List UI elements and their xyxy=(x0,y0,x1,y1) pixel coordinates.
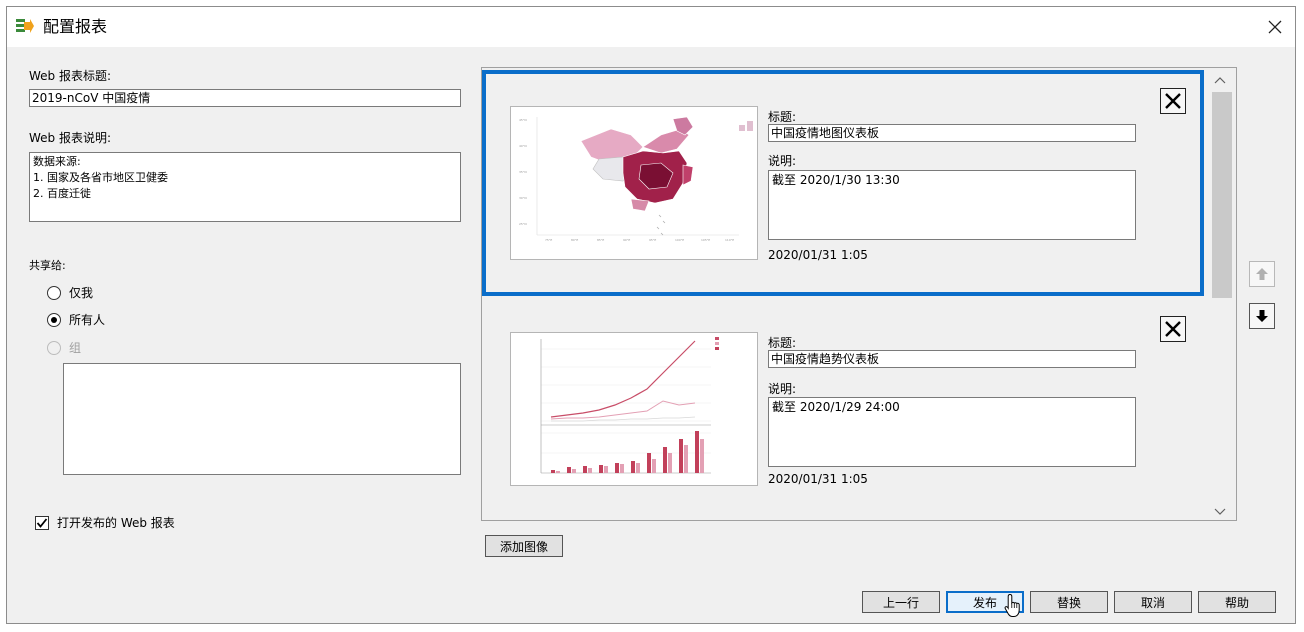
web-desc-textarea[interactable]: 数据来源: 1. 国家及各省市地区卫健委 2. 百度迁徙 xyxy=(29,152,461,222)
move-up-button[interactable] xyxy=(1249,261,1275,287)
move-down-button[interactable] xyxy=(1249,303,1275,329)
scroll-down-arrow-icon[interactable] xyxy=(1214,508,1226,516)
share-option-only-me[interactable]: 仅我 xyxy=(47,284,93,301)
web-title-label: Web 报表标题: xyxy=(29,69,112,83)
open-published-label: 打开发布的 Web 报表 xyxy=(57,516,175,530)
china-map-thumbnail: 45°N 40°N 35°N 30°N 25°N 75°E 80°E 85°E 90°E 95°… xyxy=(519,116,753,242)
open-published-checkbox[interactable] xyxy=(35,515,49,530)
svg-text:85°E: 85°E xyxy=(597,238,604,242)
scroll-thumb[interactable] xyxy=(1212,92,1232,298)
help-button[interactable]: 帮助 xyxy=(1198,591,1276,613)
trend-dashboard-thumbnail xyxy=(510,332,758,486)
svg-text:110°E: 110°E xyxy=(725,238,734,242)
radio-button[interactable] xyxy=(47,312,61,327)
share-option-label: 仅我 xyxy=(69,286,94,300)
item-desc-textarea[interactable]: 截至 2020/1/29 24:00 xyxy=(768,397,1136,467)
close-icon xyxy=(1268,20,1282,34)
item-desc-label: 说明: xyxy=(768,154,797,168)
svg-text:75°E: 75°E xyxy=(545,238,552,242)
close-icon xyxy=(1165,321,1181,337)
item-desc-textarea[interactable]: 截至 2020/1/30 13:30 xyxy=(768,170,1136,240)
svg-text:25°N: 25°N xyxy=(519,222,527,226)
radio-dot xyxy=(51,316,57,323)
close-icon xyxy=(1165,93,1181,109)
open-published-option[interactable]: 打开发布的 Web 报表 xyxy=(35,514,175,531)
svg-text:30°N: 30°N xyxy=(519,196,527,200)
item-title-input[interactable]: 中国疫情地图仪表板 xyxy=(768,124,1136,142)
checkmark-icon xyxy=(36,517,48,528)
dialog-window: 配置报表 Web 报表标题: 2019-nCoV 中国疫情 Web 报表说明: … xyxy=(6,6,1296,624)
svg-text:95°E: 95°E xyxy=(649,238,656,242)
web-title-input[interactable]: 2019-nCoV 中国疫情 xyxy=(29,89,461,107)
share-option-group: 组 xyxy=(47,339,81,356)
arrow-up-icon xyxy=(1256,268,1268,280)
map-dashboard-thumbnail: 45°N 40°N 35°N 30°N 25°N 75°E 80°E 85°E 90°E 95°… xyxy=(510,106,758,260)
previous-button[interactable]: 上一行 xyxy=(862,591,940,613)
hand-cursor-icon xyxy=(1004,593,1020,617)
trend-chart-thumbnail xyxy=(540,337,719,474)
share-option-everyone[interactable]: 所有人 xyxy=(47,311,105,328)
svg-text:100°E: 100°E xyxy=(675,238,684,242)
image-list-panel[interactable]: 45°N 40°N 35°N 30°N 25°N 75°E 80°E 85°E 90°E 95°… xyxy=(481,67,1237,521)
svg-text:90°E: 90°E xyxy=(623,238,630,242)
web-desc-label: Web 报表说明: xyxy=(29,131,112,145)
svg-text:80°E: 80°E xyxy=(571,238,578,242)
add-image-button[interactable]: 添加图像 xyxy=(485,535,563,557)
remove-item-button[interactable] xyxy=(1160,88,1186,114)
list-item[interactable]: 标题: 中国疫情趋势仪表板 说明: 截至 2020/1/29 24:00 202… xyxy=(482,304,1204,520)
close-button[interactable] xyxy=(1263,15,1287,39)
list-scrollbar[interactable] xyxy=(1206,68,1236,520)
svg-text:35°N: 35°N xyxy=(519,170,527,174)
title-bar: 配置报表 xyxy=(7,7,1295,47)
item-title-label: 标题: xyxy=(768,336,797,350)
svg-text:40°N: 40°N xyxy=(519,144,527,148)
item-timestamp: 2020/01/31 1:05 xyxy=(768,248,868,262)
scroll-up-arrow-icon[interactable] xyxy=(1214,76,1226,84)
item-title-label: 标题: xyxy=(768,110,797,124)
radio-button[interactable] xyxy=(47,285,61,300)
item-timestamp: 2020/01/31 1:05 xyxy=(768,472,868,486)
svg-text:105°E: 105°E xyxy=(701,238,710,242)
share-option-label: 组 xyxy=(69,341,82,355)
list-item[interactable]: 45°N 40°N 35°N 30°N 25°N 75°E 80°E 85°E 90°E 95°… xyxy=(482,70,1204,296)
replace-button[interactable]: 替换 xyxy=(1030,591,1108,613)
remove-item-button[interactable] xyxy=(1160,316,1186,342)
radio-button xyxy=(47,340,61,355)
cancel-button[interactable]: 取消 xyxy=(1114,591,1192,613)
item-desc-label: 说明: xyxy=(768,382,797,396)
svg-text:45°N: 45°N xyxy=(519,118,527,122)
share-option-label: 所有人 xyxy=(69,313,106,327)
dialog-title: 配置报表 xyxy=(43,17,108,36)
arrow-down-icon xyxy=(1256,310,1268,322)
share-label: 共享给: xyxy=(29,259,66,272)
item-title-input[interactable]: 中国疫情趋势仪表板 xyxy=(768,350,1136,368)
group-list-box[interactable] xyxy=(63,363,461,475)
publish-report-icon xyxy=(16,19,34,33)
